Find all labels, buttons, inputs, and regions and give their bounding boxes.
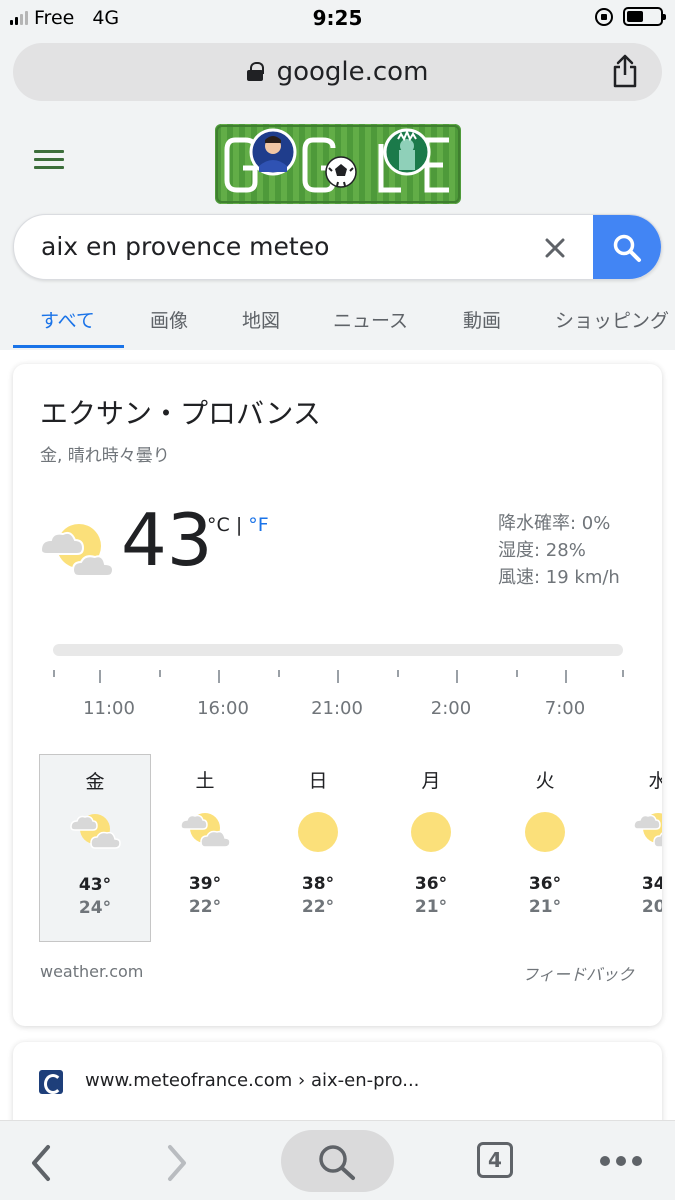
timeline-tick — [218, 670, 220, 683]
timeline-tick — [278, 670, 280, 677]
day-low: 21° — [414, 897, 448, 917]
feedback-link[interactable]: フィードバック — [522, 961, 634, 985]
forecast-day-sat[interactable]: 土 39° 22° — [149, 754, 261, 942]
sunny-icon — [411, 812, 451, 852]
time-label: 11:00 — [83, 698, 135, 719]
weather-card: エクサン・プロバンス 金, 晴れ時々曇り 43 °C | °F 降水確率: 0%… — [13, 364, 662, 1026]
forecast-day-tue[interactable]: 火 36° 21° — [489, 754, 601, 942]
battery-icon — [623, 7, 666, 26]
tab-maps[interactable]: 地図 — [242, 306, 280, 333]
partly-cloudy-icon — [70, 814, 121, 849]
day-low: 21° — [528, 897, 562, 917]
active-tab-indicator — [13, 345, 124, 348]
sunny-icon — [525, 812, 565, 852]
forward-icon[interactable] — [162, 1143, 192, 1183]
forecast-day-sun[interactable]: 日 38° 22° — [262, 754, 374, 942]
day-high: 36° — [528, 874, 562, 894]
day-high: 39° — [188, 874, 222, 894]
address-text-row: google.com — [13, 57, 662, 87]
address-bar[interactable]: google.com — [13, 43, 662, 101]
browser-address-area: google.com — [0, 36, 675, 110]
day-low: 24° — [78, 898, 112, 918]
more-options-icon[interactable] — [600, 1156, 642, 1166]
browser-toolbar: 4 — [0, 1120, 675, 1200]
weather-source-link[interactable]: weather.com — [40, 962, 143, 981]
forecast-day-wed[interactable]: 水 34° 20° — [602, 754, 662, 942]
time-label: 21:00 — [311, 698, 363, 719]
battery-level — [627, 11, 643, 22]
timeline-tick — [516, 670, 518, 677]
tab-all[interactable]: すべて — [40, 306, 95, 333]
day-name: 火 — [535, 770, 555, 792]
day-name: 土 — [195, 770, 215, 792]
share-icon[interactable] — [610, 54, 640, 88]
temperature-units: °C | °F — [207, 514, 269, 536]
site-favicon — [39, 1070, 63, 1094]
tab-videos[interactable]: 動画 — [463, 306, 501, 333]
unit-fahrenheit[interactable]: °F — [248, 514, 268, 536]
day-low: 20° — [641, 897, 662, 917]
tab-shopping[interactable]: ショッピング — [555, 306, 669, 333]
toolbar-search-button[interactable] — [281, 1130, 394, 1192]
weather-details: 降水確率: 0% 湿度: 28% 風速: 19 km/h — [498, 510, 620, 591]
rotation-lock-icon — [595, 7, 613, 26]
day-name: 日 — [308, 770, 328, 792]
search-icon — [613, 234, 641, 262]
status-time: 9:25 — [312, 6, 363, 30]
partly-cloudy-icon — [180, 813, 231, 848]
time-label: 2:00 — [430, 698, 472, 719]
timeline-tick — [53, 670, 55, 677]
lock-icon — [246, 62, 264, 81]
precipitation: 降水確率: 0% — [498, 513, 611, 534]
weather-condition: 金, 晴れ時々曇り — [40, 446, 170, 466]
weather-location: エクサン・プロバンス — [40, 397, 321, 430]
day-high: 38° — [301, 874, 335, 894]
wind-speed: 風速: 19 km/h — [498, 567, 620, 588]
day-high: 43° — [78, 875, 112, 895]
day-low: 22° — [188, 897, 222, 917]
timeline-tick — [456, 670, 458, 683]
google-header: aix en provence meteo すべて 画像 地図 ニュース 動画 … — [0, 110, 675, 350]
timeline-tick — [99, 670, 101, 683]
humidity: 湿度: 28% — [498, 540, 586, 561]
status-bar: Free 4G 9:25 — [0, 0, 675, 36]
forecast-day-fri[interactable]: 金 43° 24° — [39, 754, 151, 942]
tabs-count-button[interactable]: 4 — [477, 1142, 513, 1178]
day-name: 金 — [85, 771, 105, 793]
sunny-icon — [298, 812, 338, 852]
back-icon[interactable] — [26, 1143, 56, 1183]
google-doodle-logo[interactable] — [215, 124, 461, 204]
time-label: 16:00 — [197, 698, 249, 719]
current-temperature: 43 — [121, 498, 213, 582]
unit-celsius[interactable]: °C — [207, 514, 230, 536]
timeline-tick — [397, 670, 399, 677]
partly-cloudy-icon — [39, 524, 115, 577]
search-input[interactable]: aix en provence meteo — [41, 232, 329, 261]
menu-icon[interactable] — [34, 150, 64, 170]
tab-news[interactable]: ニュース — [333, 306, 408, 333]
address-url: google.com — [276, 57, 429, 87]
day-name: 水 — [648, 770, 662, 792]
search-box[interactable]: aix en provence meteo — [13, 214, 662, 280]
status-right — [595, 7, 666, 26]
timeline-tick — [159, 670, 161, 677]
partly-cloudy-icon — [633, 813, 662, 848]
unit-separator: | — [235, 514, 243, 536]
tab-images[interactable]: 画像 — [150, 306, 188, 333]
timeline-tick — [337, 670, 339, 683]
hourly-slider[interactable] — [53, 644, 623, 656]
forecast-day-mon[interactable]: 月 36° 21° — [375, 754, 487, 942]
day-low: 22° — [301, 897, 335, 917]
result-url[interactable]: www.meteofrance.com › aix-en-pro... — [85, 1070, 419, 1091]
day-high: 34° — [641, 874, 662, 894]
time-label: 7:00 — [544, 698, 586, 719]
timeline-tick — [565, 670, 567, 683]
day-high: 36° — [414, 874, 448, 894]
search-icon — [319, 1145, 355, 1180]
clear-icon[interactable] — [542, 235, 568, 261]
search-button[interactable] — [593, 215, 661, 279]
search-tabs: すべて 画像 地図 ニュース 動画 ショッピング — [0, 290, 675, 350]
day-name: 月 — [421, 770, 441, 792]
timeline-tick — [622, 670, 624, 677]
